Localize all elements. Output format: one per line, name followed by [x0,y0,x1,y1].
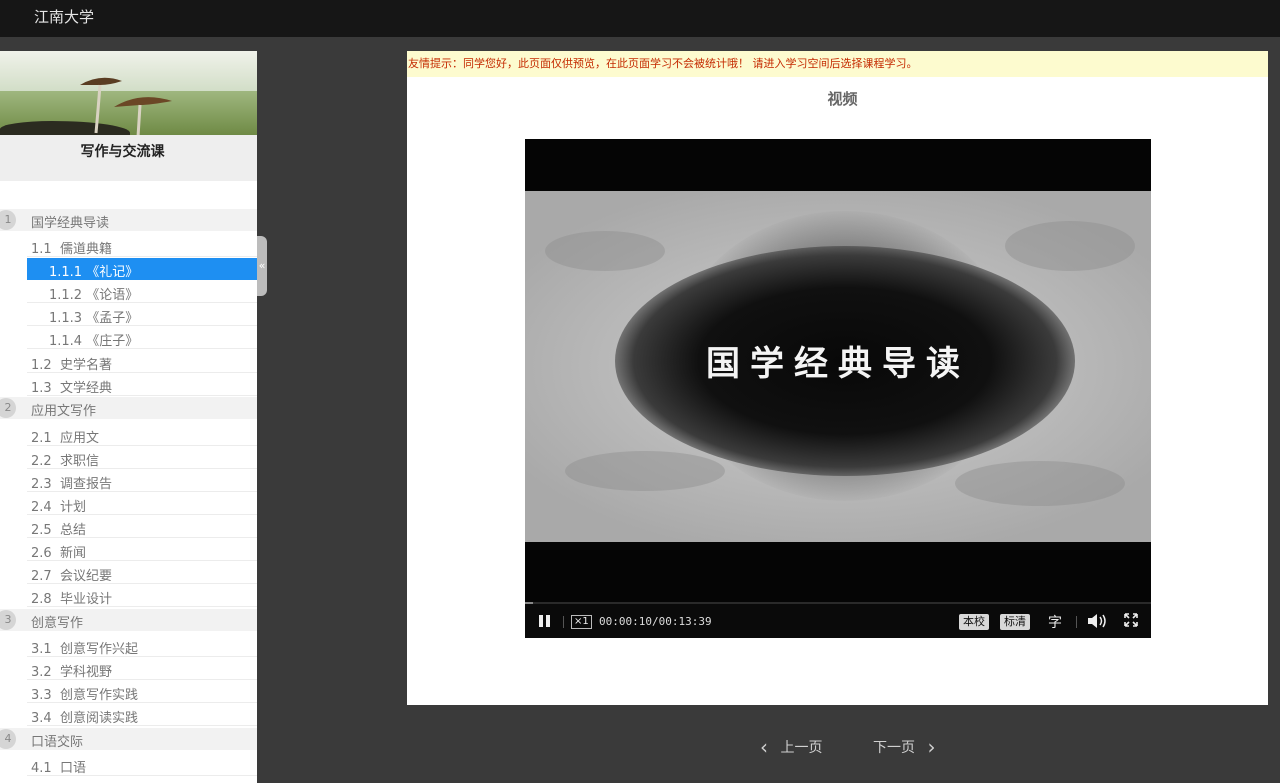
toc-item[interactable]: 1.2 史学名著 [27,351,257,373]
chapter-label: 国学经典导读 [31,216,110,231]
toc-item[interactable]: 3.4 创意阅读实践 [27,704,257,726]
mushroom-image [80,77,172,138]
course-sidebar: 写作与交流课 1 国学经典导读 1.1 儒道典籍 1.1.1 《礼记》 1.1.2 《论… [0,51,257,783]
fullscreen-icon[interactable] [1124,613,1138,627]
toc-chapter[interactable]: 1 国学经典导读 [0,209,257,231]
player-controls: ×1 00:00:10/00:13:39 本校 标清 字 [525,602,1151,638]
toc-chapter[interactable]: 2 应用文写作 [0,397,257,419]
toc-item-label: 3.3 创意写作实践 [31,688,138,703]
chapter-number-badge: 1 [0,210,16,230]
toc-item-label: 1.1.1 《礼记》 [49,265,139,280]
toc-item[interactable]: 2.3 调查报告 [27,470,257,492]
course-title: 写作与交流课 [80,144,165,160]
toc-item[interactable]: 3.2 学科视野 [27,658,257,680]
quality-sd-button[interactable]: 标清 [1000,614,1030,630]
toc-item-label: 1.2 史学名著 [31,358,112,373]
toc-item-label: 2.8 毕业设计 [31,592,112,607]
chapter-label: 口语交际 [31,735,84,750]
prev-page-button[interactable]: ‹ 上一页 [760,733,822,759]
toc-item-label: 1.1 儒道典籍 [31,242,112,257]
preview-notice: 友情提示：同学您好，此页面仅供预览，在此页面学习不会被统计哦！ 请进入学习空间后… [407,51,1268,77]
video-frame-title: 国学经典导读 [706,344,970,384]
subtitle-button[interactable]: 字 [1048,612,1062,632]
video-frame[interactable]: 国学经典导读 [525,191,1151,542]
chevron-left-icon: ‹ [760,735,768,759]
toc-item-label: 1.3 文学经典 [31,381,112,396]
toc-item[interactable]: 3.1 创意写作兴起 [27,635,257,657]
quality-local-button[interactable]: 本校 [959,614,989,630]
double-chevron-left-icon: « [258,259,266,272]
chevron-right-icon: › [927,735,936,759]
toc-item[interactable]: 2.5 总结 [27,516,257,538]
toc-item-label: 2.2 求职信 [31,454,99,469]
toc-item-label: 2.6 新闻 [31,546,86,561]
pause-icon[interactable] [539,615,550,627]
toc-item[interactable]: 2.7 会议纪要 [27,562,257,584]
toc-item-label: 1.1.3 《孟子》 [49,311,139,326]
toc-item[interactable]: 1.3 文学经典 [27,374,257,396]
toc-item-label: 3.2 学科视野 [31,665,112,680]
toc-item-label: 2.4 计划 [31,500,86,515]
progress-bar[interactable] [525,602,533,604]
chapter-number-badge: 2 [0,398,16,418]
toc-item-label: 3.4 创意阅读实践 [31,711,138,726]
toc-chapter[interactable]: 3 创意写作 [0,609,257,631]
video-player[interactable]: 国学经典导读 ×1 00:00:10/00:13:39 本校 标清 字 [525,139,1151,638]
chapter-label: 应用文写作 [31,404,97,419]
toc-item[interactable]: 1.1.2 《论语》 [27,281,257,303]
app-title: 江南大学 [34,8,95,26]
next-page-button[interactable]: 下一页 › [873,733,936,759]
course-banner: 写作与交流课 [0,51,257,181]
volume-icon[interactable] [1086,613,1108,629]
toc-chapter[interactable]: 4 口语交际 [0,728,257,750]
time-display: 00:00:10/00:13:39 [599,615,712,628]
toc-item-label: 4.1 口语 [31,761,86,776]
chapter-label: 创意写作 [31,616,84,631]
sidebar-collapse-button[interactable]: « [257,236,267,296]
toc-item-label: 3.1 创意写作兴起 [31,642,138,657]
section-title: 视频 [827,90,858,108]
chapter-number-badge: 4 [0,729,16,749]
toc-item-label: 2.7 会议纪要 [31,569,112,584]
toc-item[interactable]: 1.1 儒道典籍 [27,235,257,257]
toc-item[interactable]: 2.4 计划 [27,493,257,515]
toc-item[interactable]: 2.8 毕业设计 [27,585,257,607]
playback-speed-button[interactable]: ×1 [571,615,592,629]
toc-item[interactable]: 2.2 求职信 [27,447,257,469]
toc-item-label: 2.1 应用文 [31,431,99,446]
toc-item-label: 2.3 调查报告 [31,477,112,492]
toc-item[interactable]: 2.1 应用文 [27,424,257,446]
toc-item[interactable]: 1.1.3 《孟子》 [27,304,257,326]
top-bar: 江南大学 [0,0,1280,37]
toc-item-label: 1.1.2 《论语》 [49,288,139,303]
toc-item[interactable]: 1.1.4 《庄子》 [27,327,257,349]
chapter-number-badge: 3 [0,610,16,630]
toc-item[interactable]: 2.6 新闻 [27,539,257,561]
toc-item-active[interactable]: 1.1.1 《礼记》 [27,258,257,280]
toc-item[interactable]: 4.1 口语 [27,754,257,776]
toc-item-label: 1.1.4 《庄子》 [49,334,139,349]
toc-item-label: 2.5 总结 [31,523,86,538]
content-panel: 友情提示：同学您好，此页面仅供预览，在此页面学习不会被统计哦！ 请进入学习空间后… [407,51,1268,705]
toc-item[interactable]: 3.3 创意写作实践 [27,681,257,703]
